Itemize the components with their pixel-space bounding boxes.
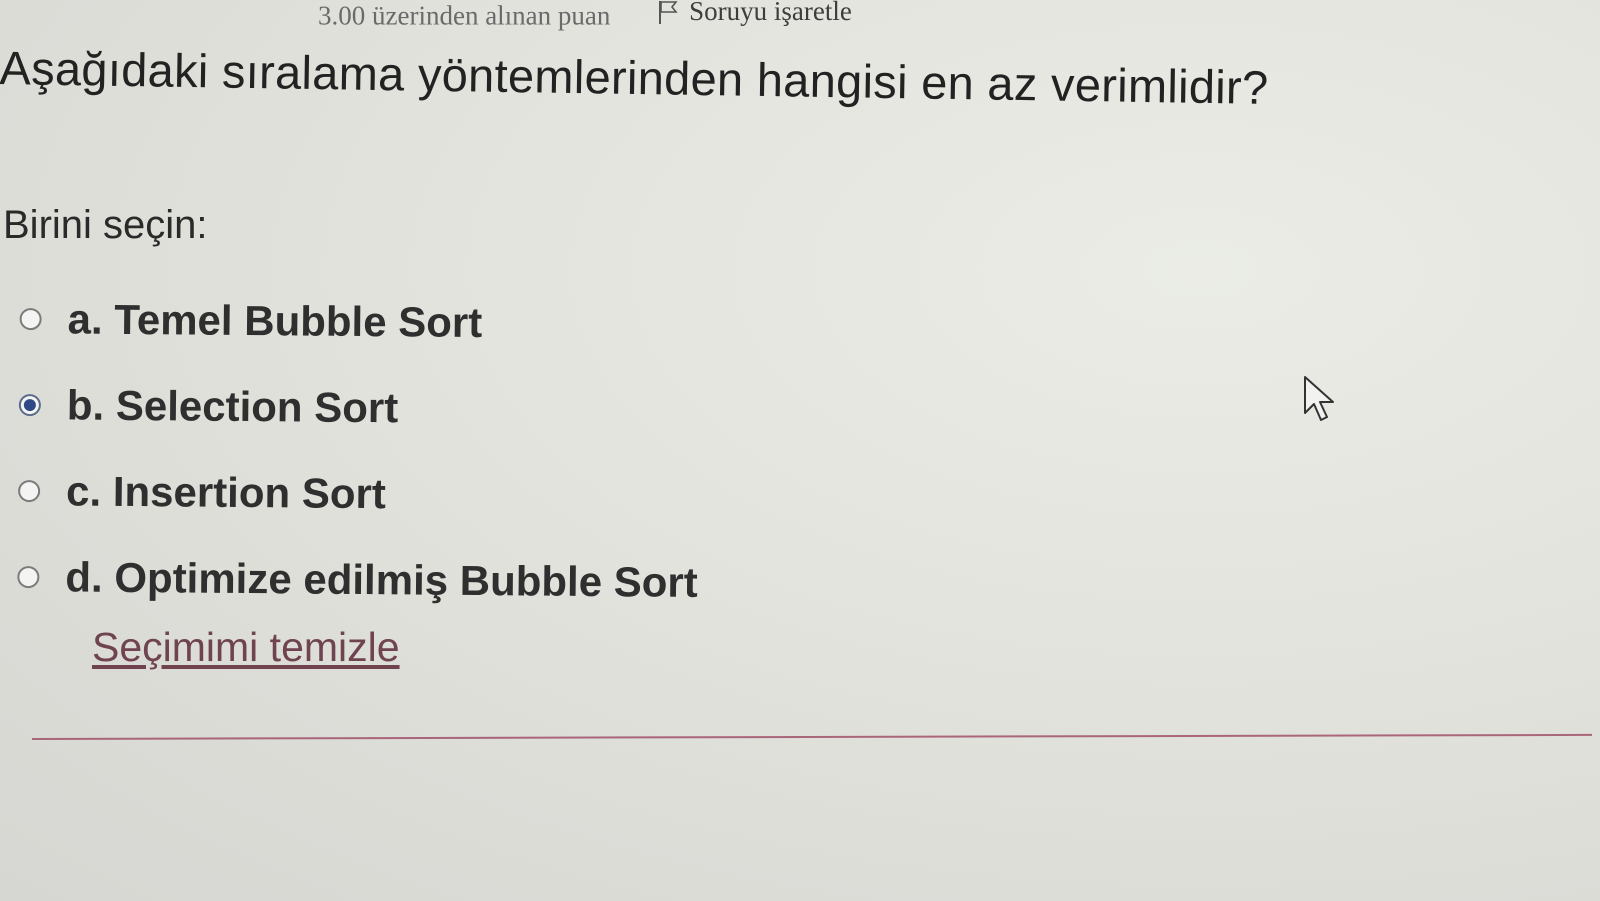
answer-options: a. Temel Bubble Sort b. Selection Sort c… bbox=[17, 276, 700, 626]
flag-icon bbox=[657, 0, 679, 25]
option-c-label[interactable]: c. Insertion Sort bbox=[66, 467, 386, 518]
option-a-label[interactable]: a. Temel Bubble Sort bbox=[67, 295, 482, 347]
option-d[interactable]: d. Optimize edilmiş Bubble Sort bbox=[17, 534, 698, 626]
option-a[interactable]: a. Temel Bubble Sort bbox=[19, 276, 700, 368]
option-b-label[interactable]: b. Selection Sort bbox=[67, 381, 399, 432]
radio-option-c[interactable] bbox=[18, 479, 41, 503]
radio-option-b[interactable] bbox=[18, 393, 41, 417]
question-text: Aşağıdaki sıralama yöntemlerinden hangis… bbox=[0, 40, 1269, 114]
mouse-pointer-icon bbox=[1304, 376, 1334, 421]
radio-option-d[interactable] bbox=[17, 565, 40, 589]
answer-prompt: Birini seçin: bbox=[3, 203, 208, 247]
flag-question-label: Soruyu işaretle bbox=[689, 0, 852, 26]
question-info-bar: 3.00 üzerinden alınan puan Soruyu işaret… bbox=[318, 0, 852, 32]
option-c[interactable]: c. Insertion Sort bbox=[18, 448, 699, 540]
option-d-label[interactable]: d. Optimize edilmiş Bubble Sort bbox=[65, 553, 698, 607]
clear-selection-link[interactable]: Seçimimi temizle bbox=[92, 624, 400, 671]
section-divider bbox=[32, 733, 1592, 740]
points-info: 3.00 üzerinden alınan puan bbox=[318, 0, 611, 31]
option-b[interactable]: b. Selection Sort bbox=[18, 362, 699, 454]
flag-question-button[interactable]: Soruyu işaretle bbox=[657, 0, 852, 27]
radio-option-a[interactable] bbox=[19, 307, 42, 331]
